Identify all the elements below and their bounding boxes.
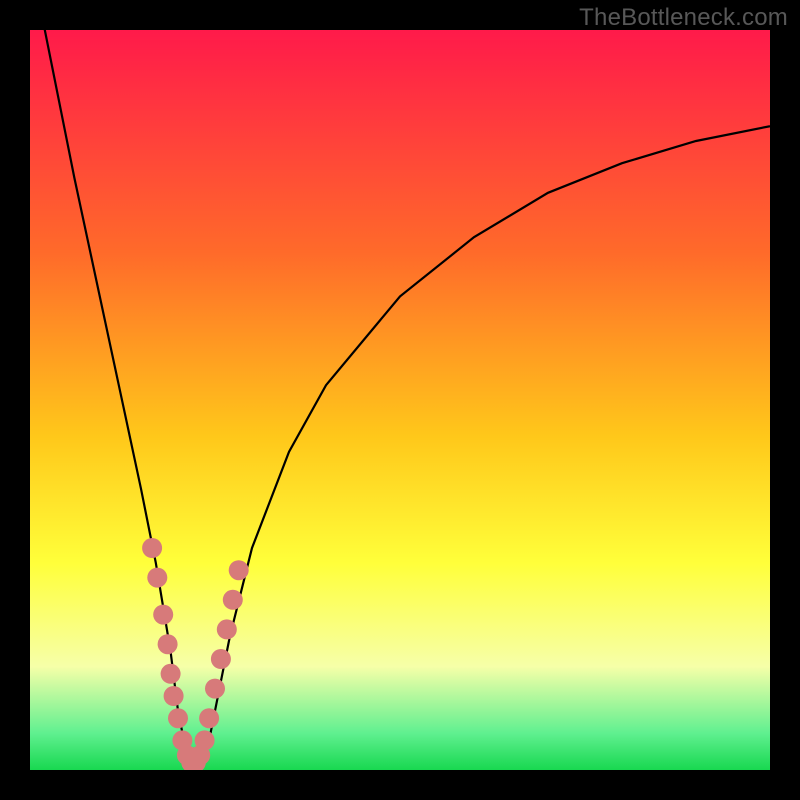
scatter-dot: [195, 730, 215, 750]
scatter-dot: [164, 686, 184, 706]
scatter-dot: [217, 619, 237, 639]
scatter-dot: [223, 590, 243, 610]
scatter-dot: [199, 708, 219, 728]
curve-layer: [30, 30, 770, 770]
plot-area: [30, 30, 770, 770]
scatter-dot: [161, 664, 181, 684]
watermark-text: TheBottleneck.com: [579, 4, 788, 32]
scatter-dot: [168, 708, 188, 728]
scatter-dot: [142, 538, 162, 558]
scatter-dot: [153, 605, 173, 625]
scatter-dot: [205, 679, 225, 699]
bottleneck-curve: [30, 30, 770, 763]
scatter-dot: [211, 649, 231, 669]
scatter-dot: [147, 568, 167, 588]
scatter-dot: [158, 634, 178, 654]
scatter-dot: [229, 560, 249, 580]
chart-frame: TheBottleneck.com: [0, 0, 800, 800]
scatter-dots: [142, 538, 249, 770]
